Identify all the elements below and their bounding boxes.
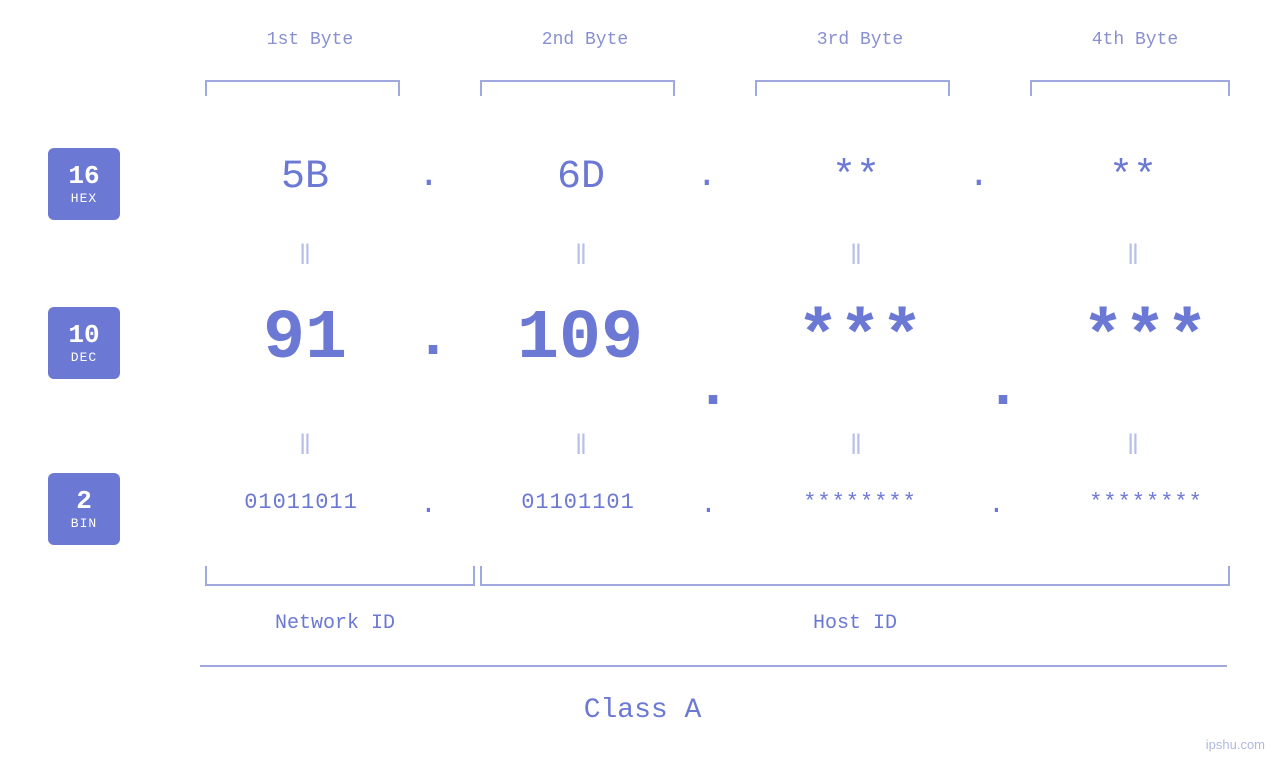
- eq-hex-dec-2: ‖: [484, 240, 678, 266]
- host-id-label: Host ID: [480, 612, 1230, 635]
- hex-badge-num: 16: [68, 162, 99, 191]
- bin-badge: 2 BIN: [48, 473, 120, 545]
- bracket-host-bottom: [480, 566, 1230, 586]
- col4-header: 4th Byte: [1035, 30, 1235, 50]
- dot-bin-3: .: [988, 490, 1005, 521]
- hex-badge: 16 HEX: [48, 148, 120, 220]
- class-a-label: Class A: [0, 695, 1285, 726]
- dot-hex-1: .: [418, 155, 440, 196]
- dot-dec-1: .: [415, 305, 451, 373]
- eq-dec-bin-4: ‖: [1033, 430, 1233, 456]
- bin-b4: ********: [1022, 490, 1270, 515]
- col1-header: 1st Byte: [210, 30, 410, 50]
- dot-dec-3: .: [985, 355, 1021, 423]
- dot-hex-2: .: [696, 155, 718, 196]
- hex-badge-label: HEX: [71, 191, 97, 206]
- bracket-network-bottom: [205, 566, 475, 586]
- dec-badge-label: DEC: [71, 350, 97, 365]
- dot-bin-2: .: [700, 490, 717, 521]
- bin-badge-label: BIN: [71, 516, 97, 531]
- bracket-col3-top: [755, 80, 950, 96]
- eq-dec-bin-1: ‖: [210, 430, 400, 456]
- dec-badge-num: 10: [68, 321, 99, 350]
- eq-hex-dec-4: ‖: [1033, 240, 1233, 266]
- dec-b2: 109: [470, 300, 690, 379]
- dot-dec-2: .: [695, 355, 731, 423]
- hex-b2: 6D: [484, 155, 678, 200]
- bracket-col1-top: [205, 80, 400, 96]
- dec-b4: ***: [1020, 300, 1270, 379]
- hex-b3: **: [758, 155, 954, 200]
- hex-b4: **: [1033, 155, 1233, 200]
- network-id-label: Network ID: [200, 612, 470, 635]
- class-bar: [200, 665, 1227, 667]
- dot-hex-3: .: [968, 155, 990, 196]
- dec-b1: 91: [200, 300, 410, 379]
- bin-b2: 01101101: [468, 490, 688, 515]
- eq-hex-dec-3: ‖: [758, 240, 954, 266]
- bin-badge-num: 2: [76, 487, 92, 516]
- eq-hex-dec-1: ‖: [210, 240, 400, 266]
- eq-dec-bin-2: ‖: [484, 430, 678, 456]
- bin-b1: 01011011: [196, 490, 406, 515]
- col2-header: 2nd Byte: [485, 30, 685, 50]
- eq-dec-bin-3: ‖: [758, 430, 954, 456]
- col3-header: 3rd Byte: [760, 30, 960, 50]
- main-container: 1st Byte 2nd Byte 3rd Byte 4th Byte 16 H…: [0, 0, 1285, 767]
- dot-bin-1: .: [420, 490, 437, 521]
- dec-badge: 10 DEC: [48, 307, 120, 379]
- hex-b1: 5B: [210, 155, 400, 200]
- watermark: ipshu.com: [1206, 737, 1265, 752]
- dec-b3: ***: [740, 300, 980, 379]
- bracket-col2-top: [480, 80, 675, 96]
- bracket-col4-top: [1030, 80, 1230, 96]
- bin-b3: ********: [740, 490, 980, 515]
